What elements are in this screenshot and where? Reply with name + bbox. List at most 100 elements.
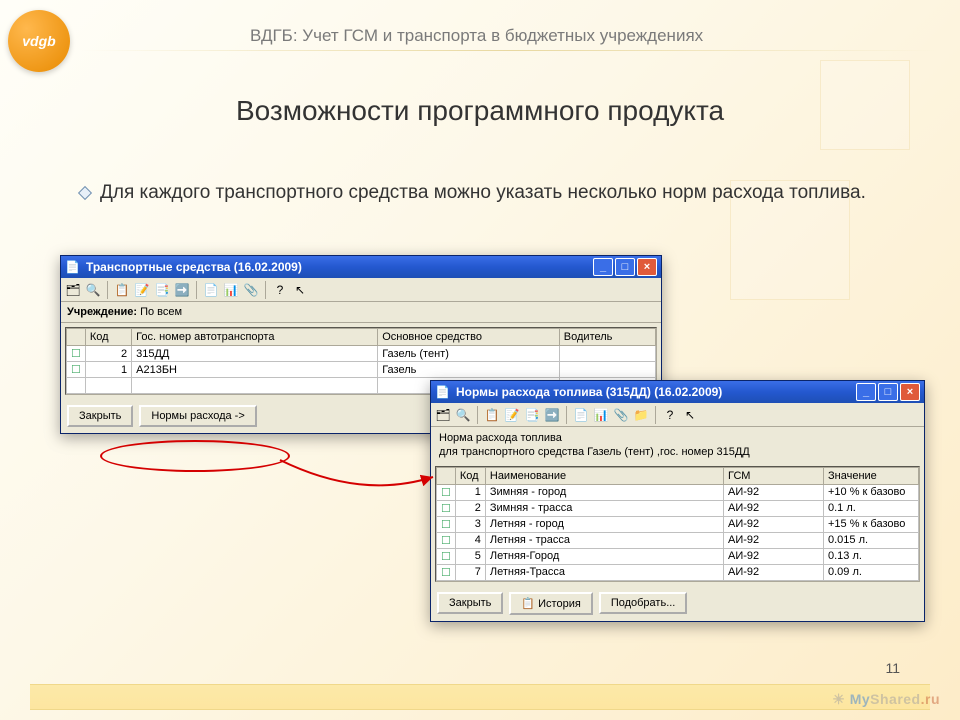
table-row[interactable]: ☐2Зимняя - трассаАИ-920.1 л. <box>437 500 919 516</box>
toolbar-icon[interactable]: 🗂 <box>65 282 81 298</box>
table-row[interactable]: ☐7Летняя-ТрассаАИ-920.09 л. <box>437 564 919 580</box>
maximize-button[interactable]: □ <box>878 383 898 401</box>
annotation-ellipse <box>100 440 290 472</box>
row-mark[interactable]: ☐ <box>67 346 86 362</box>
col-mark[interactable] <box>67 329 86 346</box>
footer-bar <box>30 684 930 710</box>
page-number: 11 <box>885 660 900 676</box>
select-button[interactable]: Подобрать... <box>599 592 688 614</box>
toolbar-icon[interactable]: 📋 <box>114 282 130 298</box>
col-gsm[interactable]: ГСМ <box>724 467 824 484</box>
cell-gsm: АИ-92 <box>724 564 824 580</box>
row-mark[interactable]: ☐ <box>437 532 456 548</box>
toolbar-icon[interactable]: 📊 <box>593 407 609 423</box>
row-mark[interactable]: ☐ <box>437 548 456 564</box>
col-osnov[interactable]: Основное средство <box>378 329 560 346</box>
desc-line1: Норма расхода топлива <box>439 431 916 445</box>
table-row[interactable]: ☐5Летняя-ГородАИ-920.13 л. <box>437 548 919 564</box>
toolbar-icon[interactable]: 🗂 <box>435 407 451 423</box>
select-icon[interactable]: ↖ <box>292 282 308 298</box>
toolbar-icon[interactable]: 🔍 <box>85 282 101 298</box>
col-driver[interactable]: Водитель <box>559 329 655 346</box>
cell-gosnum: 315ДД <box>132 346 378 362</box>
select-icon[interactable]: ↖ <box>682 407 698 423</box>
col-mark[interactable] <box>437 467 456 484</box>
row-mark[interactable]: ☐ <box>437 516 456 532</box>
cell-driver <box>559 362 655 378</box>
minimize-button[interactable]: _ <box>856 383 876 401</box>
cell-code: 2 <box>85 346 131 362</box>
cell-name: Летняя-Трасса <box>485 564 723 580</box>
row-mark[interactable]: ☐ <box>437 484 456 500</box>
col-gosnum[interactable]: Гос. номер автотранспорта <box>132 329 378 346</box>
window-icon: 📄 <box>65 260 80 274</box>
window-title: Транспортные средства (16.02.2009) <box>86 260 302 274</box>
table-row[interactable]: ☐1Зимняя - городАИ-92+10 % к базово <box>437 484 919 500</box>
toolbar-icon[interactable]: 📑 <box>154 282 170 298</box>
history-button[interactable]: 📋 История <box>509 592 592 615</box>
toolbar: 🗂 🔍 📋 📝 📑 ➡️ 📄 📊 📎 📁 ? ↖ <box>431 403 924 427</box>
toolbar-icon[interactable]: 📄 <box>573 407 589 423</box>
col-value[interactable]: Значение <box>824 467 919 484</box>
table-row[interactable]: ☐4Летняя - трассаАИ-920.015 л. <box>437 532 919 548</box>
close-button[interactable]: × <box>637 258 657 276</box>
cell-code: 1 <box>85 362 131 378</box>
help-icon[interactable]: ? <box>662 407 678 423</box>
cell-osnov: Газель (тент) <box>378 346 560 362</box>
cell-name: Зимняя - трасса <box>485 500 723 516</box>
toolbar-icon[interactable]: 📝 <box>134 282 150 298</box>
table-row[interactable]: ☐ 2 315ДД Газель (тент) <box>67 346 656 362</box>
norms-button[interactable]: Нормы расхода -> <box>139 405 256 427</box>
col-code[interactable]: Код <box>455 467 485 484</box>
bullet-icon <box>78 186 92 200</box>
toolbar-icon[interactable]: 📁 <box>633 407 649 423</box>
filter-label: Учреждение: <box>67 306 137 318</box>
header-divider <box>80 50 940 51</box>
window-title: Нормы расхода топлива (315ДД) (16.02.200… <box>456 385 722 399</box>
bullet-item: Для каждого транспортного средства можно… <box>80 180 900 207</box>
cell-value: +15 % к базово <box>824 516 919 532</box>
toolbar-icon[interactable]: 📊 <box>223 282 239 298</box>
cell-osnov: Газель <box>378 362 560 378</box>
toolbar-icon[interactable]: 🔍 <box>455 407 471 423</box>
toolbar-icon[interactable]: 📎 <box>613 407 629 423</box>
cell-driver <box>559 346 655 362</box>
window-fuel-norms: 📄 Нормы расхода топлива (315ДД) (16.02.2… <box>430 380 925 622</box>
toolbar-icon[interactable]: 📋 <box>484 407 500 423</box>
close-button[interactable]: Закрыть <box>437 592 503 614</box>
close-button[interactable]: Закрыть <box>67 405 133 427</box>
cell-name: Летняя-Город <box>485 548 723 564</box>
filter-value: По всем <box>140 306 182 318</box>
col-name[interactable]: Наименование <box>485 467 723 484</box>
cell-value: 0.13 л. <box>824 548 919 564</box>
table-header-row: Код Наименование ГСМ Значение <box>437 467 919 484</box>
cell-gsm: АИ-92 <box>724 516 824 532</box>
table-row[interactable]: ☐ 1 А213БН Газель <box>67 362 656 378</box>
norms-table: Код Наименование ГСМ Значение ☐1Зимняя -… <box>436 467 919 581</box>
toolbar-icon[interactable]: 📝 <box>504 407 520 423</box>
row-mark[interactable]: ☐ <box>437 500 456 516</box>
cell-code: 4 <box>455 532 485 548</box>
titlebar[interactable]: 📄 Нормы расхода топлива (315ДД) (16.02.2… <box>431 381 924 403</box>
toolbar-icon[interactable]: ➡️ <box>544 407 560 423</box>
help-icon[interactable]: ? <box>272 282 288 298</box>
cell-gosnum: А213БН <box>132 362 378 378</box>
row-mark[interactable]: ☐ <box>437 564 456 580</box>
cell-value: +10 % к базово <box>824 484 919 500</box>
maximize-button[interactable]: □ <box>615 258 635 276</box>
col-code[interactable]: Код <box>85 329 131 346</box>
cell-value: 0.015 л. <box>824 532 919 548</box>
table-header-row: Код Гос. номер автотранспорта Основное с… <box>67 329 656 346</box>
minimize-button[interactable]: _ <box>593 258 613 276</box>
slide-heading: Возможности программного продукта <box>0 95 960 127</box>
toolbar-icon[interactable]: 📄 <box>203 282 219 298</box>
titlebar[interactable]: 📄 Транспортные средства (16.02.2009) _ □… <box>61 256 661 278</box>
toolbar-icon[interactable]: 📑 <box>524 407 540 423</box>
cell-value: 0.09 л. <box>824 564 919 580</box>
row-mark[interactable]: ☐ <box>67 362 86 378</box>
table-row[interactable]: ☐3Летняя - городАИ-92+15 % к базово <box>437 516 919 532</box>
toolbar-icon[interactable]: 📎 <box>243 282 259 298</box>
close-button[interactable]: × <box>900 383 920 401</box>
toolbar-icon[interactable]: ➡️ <box>174 282 190 298</box>
cell-code: 3 <box>455 516 485 532</box>
